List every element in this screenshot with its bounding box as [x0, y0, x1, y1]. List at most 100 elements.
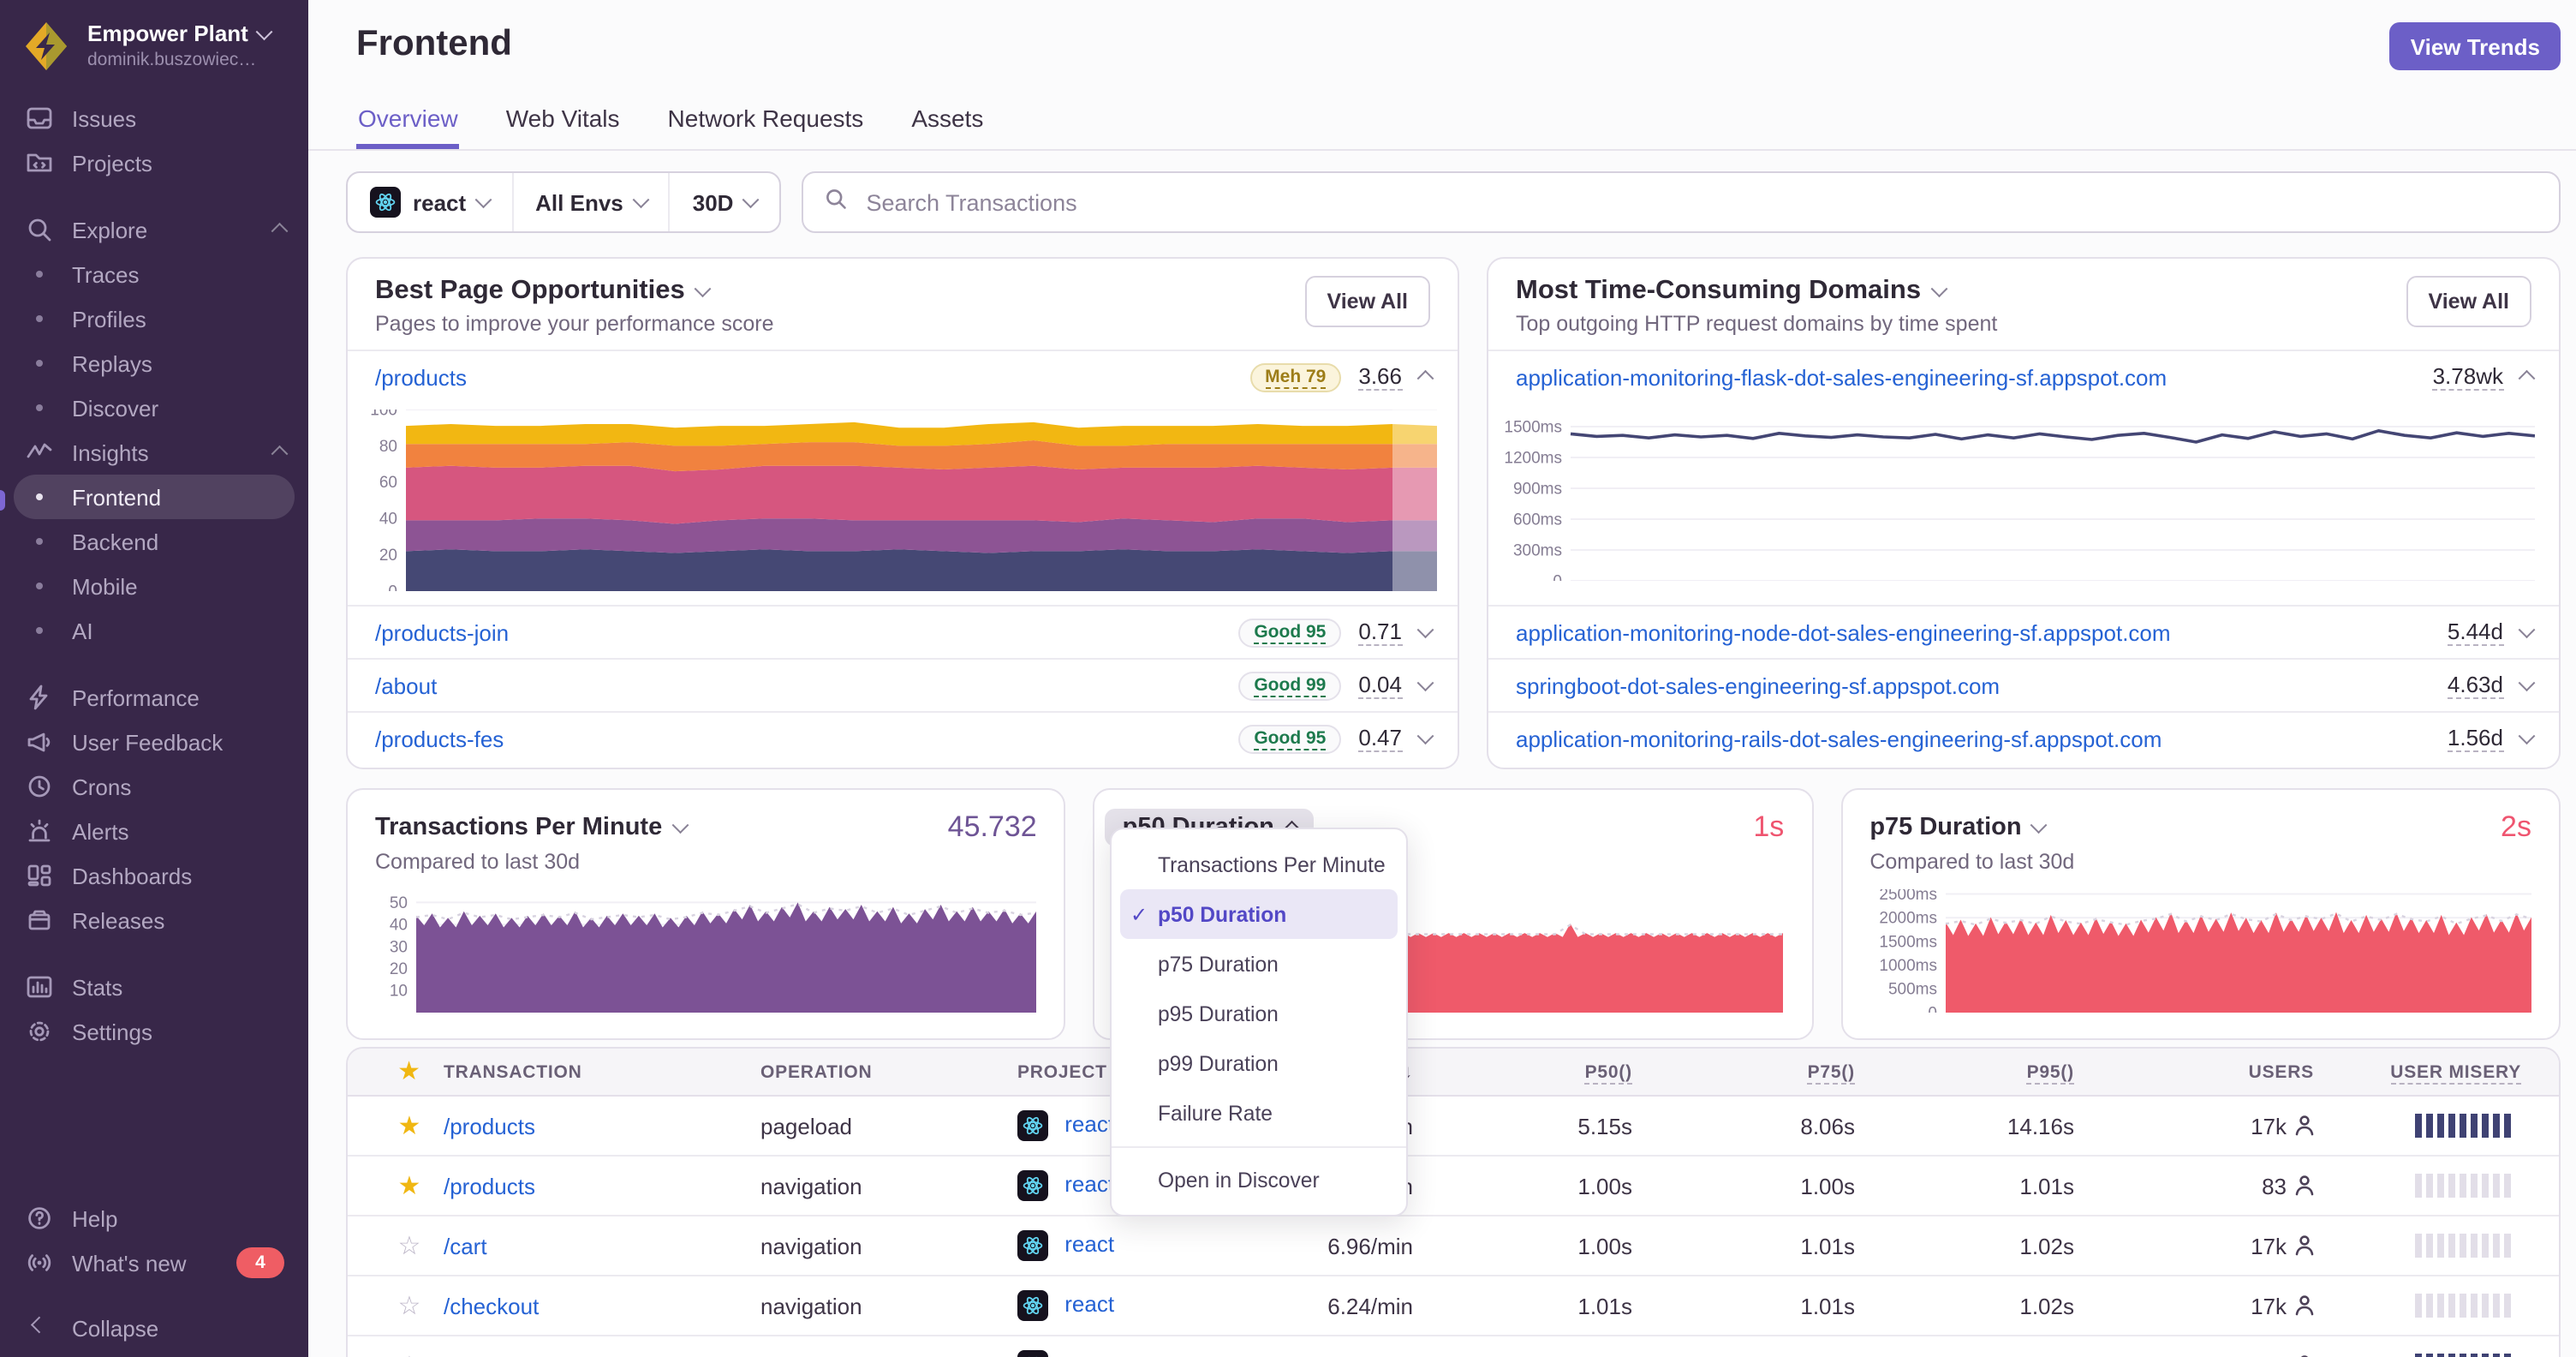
- environment-filter[interactable]: All Envs: [511, 173, 669, 231]
- project-link[interactable]: react: [1064, 1231, 1114, 1257]
- table-row[interactable]: /products pageload react /min 5.15s 8.06…: [348, 1097, 2559, 1157]
- sidebar-item-dashboards[interactable]: Dashboards: [14, 853, 295, 898]
- chevron-down-icon[interactable]: [2518, 621, 2534, 638]
- chevron-down-icon[interactable]: [1416, 621, 1433, 638]
- opportunity-row[interactable]: /about Good 99 0.04: [348, 658, 1458, 711]
- sidebar-item-profiles[interactable]: Profiles: [14, 296, 295, 341]
- date-range-filter[interactable]: 30D: [668, 173, 779, 231]
- star-icon[interactable]: [397, 1064, 421, 1085]
- col-transaction[interactable]: TRANSACTION: [444, 1061, 760, 1082]
- chevron-down-icon[interactable]: [2518, 727, 2534, 744]
- tab-web-vitals[interactable]: Web Vitals: [504, 98, 622, 149]
- domain-link[interactable]: application-monitoring-rails-dot-sales-e…: [1516, 726, 2162, 751]
- tpm-metric-selector[interactable]: Transactions Per Minute: [375, 814, 688, 841]
- sidebar-item-stats[interactable]: Stats: [14, 965, 295, 1009]
- col-p75[interactable]: P75(): [1632, 1061, 1855, 1084]
- view-all-opportunities-button[interactable]: View All: [1304, 276, 1430, 327]
- menu-item[interactable]: ✓ Open in Discover: [1112, 1146, 1406, 1205]
- domain-link[interactable]: application-monitoring-node-dot-sales-en…: [1516, 619, 2171, 645]
- table-row[interactable]: /checkout navigation react 6.24/min 1.01…: [348, 1276, 2559, 1336]
- table-row[interactable]: /products navigation react /min 1.00s 1.…: [348, 1157, 2559, 1217]
- sidebar-item-alerts[interactable]: Alerts: [14, 809, 295, 853]
- col-p95[interactable]: P95(): [1855, 1061, 2074, 1084]
- route-link[interactable]: /about: [375, 673, 437, 698]
- org-switcher[interactable]: Empower Plant dominik.buszowiec…: [0, 0, 308, 89]
- sidebar-collapse-button[interactable]: Collapse: [14, 1306, 295, 1350]
- sidebar-item-help[interactable]: Help: [14, 1196, 295, 1240]
- domain-row[interactable]: springboot-dot-sales-engineering-sf.apps…: [1488, 658, 2559, 711]
- project-link[interactable]: react: [1064, 1171, 1114, 1197]
- best-page-opportunities-title[interactable]: Best Page Opportunities: [375, 276, 1305, 307]
- tab-overview[interactable]: Overview: [356, 98, 460, 149]
- menu-item[interactable]: ✓ p99 Duration: [1120, 1038, 1398, 1088]
- domain-row[interactable]: application-monitoring-rails-dot-sales-e…: [1488, 711, 2559, 764]
- transaction-link[interactable]: /cart: [444, 1233, 487, 1258]
- transaction-link[interactable]: /products: [444, 1113, 535, 1139]
- menu-item[interactable]: ✓ p50 Duration: [1120, 889, 1398, 939]
- menu-item[interactable]: ✓ Transactions Per Minute: [1120, 840, 1398, 889]
- view-trends-button[interactable]: View Trends: [2389, 22, 2561, 70]
- domain-row[interactable]: application-monitoring-node-dot-sales-en…: [1488, 605, 2559, 658]
- search-transactions-input[interactable]: [862, 188, 2538, 217]
- chevron-up-icon[interactable]: [1416, 371, 1433, 388]
- sidebar-item-frontend[interactable]: Frontend: [14, 475, 295, 519]
- search-transactions-field[interactable]: [801, 171, 2561, 233]
- sidebar-group-insights[interactable]: Insights: [14, 430, 295, 475]
- sidebar-item-replays[interactable]: Replays: [14, 341, 295, 386]
- chevron-down-icon[interactable]: [1416, 674, 1433, 691]
- sidebar-group-explore[interactable]: Explore: [14, 207, 295, 252]
- opportunity-row[interactable]: /products-join Good 95 0.71: [348, 605, 1458, 658]
- chevron-down-icon[interactable]: [1416, 727, 1433, 744]
- sidebar-item-crons[interactable]: Crons: [14, 764, 295, 809]
- col-users[interactable]: USERS: [2074, 1061, 2314, 1082]
- transaction-link[interactable]: /products: [444, 1173, 535, 1199]
- sidebar-item-ai[interactable]: AI: [14, 608, 295, 653]
- table-row[interactable]: /products-join pageload react 3.88/min 1…: [348, 1336, 2559, 1357]
- chevron-up-icon[interactable]: [2518, 371, 2534, 388]
- domain-link[interactable]: application-monitoring-flask-dot-sales-e…: [1516, 364, 2167, 390]
- star-icon[interactable]: [398, 1113, 421, 1139]
- sidebar-item-issues[interactable]: Issues: [14, 96, 295, 140]
- route-link[interactable]: /products-join: [375, 619, 509, 645]
- sidebar-item-discover[interactable]: Discover: [14, 386, 295, 430]
- star-icon[interactable]: [398, 1173, 421, 1199]
- menu-item[interactable]: ✓ Failure Rate: [1120, 1088, 1398, 1138]
- time-spent-value: 4.63d: [2447, 672, 2503, 699]
- project-link[interactable]: react: [1064, 1111, 1114, 1137]
- sidebar-item-traces[interactable]: Traces: [14, 252, 295, 296]
- menu-item[interactable]: ✓ p95 Duration: [1120, 989, 1398, 1038]
- sidebar-item-user-feedback[interactable]: User Feedback: [14, 720, 295, 764]
- project-link[interactable]: react: [1064, 1351, 1114, 1357]
- sidebar-item-performance[interactable]: Performance: [14, 675, 295, 720]
- sidebar-item-projects[interactable]: Projects: [14, 140, 295, 185]
- sidebar-item-backend[interactable]: Backend: [14, 519, 295, 564]
- project-filter[interactable]: react: [348, 173, 511, 231]
- tab-network-requests[interactable]: Network Requests: [666, 98, 866, 149]
- p75-metric-selector[interactable]: p75 Duration: [1869, 814, 2048, 841]
- transaction-link[interactable]: /products-join: [444, 1353, 577, 1357]
- view-all-domains-button[interactable]: View All: [2406, 276, 2531, 327]
- domain-row-expanded[interactable]: application-monitoring-flask-dot-sales-e…: [1488, 351, 2559, 403]
- time-consuming-domains-title[interactable]: Most Time-Consuming Domains: [1516, 276, 2406, 307]
- project-link[interactable]: react: [1064, 1291, 1114, 1317]
- sidebar-item-releases[interactable]: Releases: [14, 898, 295, 942]
- domain-link[interactable]: springboot-dot-sales-engineering-sf.apps…: [1516, 673, 2000, 698]
- transaction-link[interactable]: /checkout: [444, 1293, 539, 1318]
- opportunity-row[interactable]: /products-fes Good 95 0.47: [348, 711, 1458, 764]
- star-icon[interactable]: [398, 1353, 421, 1357]
- route-link[interactable]: /products-fes: [375, 726, 504, 751]
- star-icon[interactable]: [398, 1293, 421, 1318]
- col-operation[interactable]: OPERATION: [760, 1061, 1017, 1082]
- sidebar-item-mobile[interactable]: Mobile: [14, 564, 295, 608]
- route-link[interactable]: /products: [375, 364, 467, 390]
- star-icon[interactable]: [398, 1233, 421, 1258]
- col-p50[interactable]: P50(): [1413, 1061, 1632, 1084]
- sidebar-item-whats-new[interactable]: What's new 4: [14, 1240, 295, 1285]
- opportunity-row-expanded[interactable]: /products Meh 79 3.66: [348, 351, 1458, 403]
- menu-item[interactable]: ✓ p75 Duration: [1120, 939, 1398, 989]
- tab-assets[interactable]: Assets: [909, 98, 985, 149]
- col-user-misery[interactable]: USER MISERY: [2314, 1061, 2531, 1084]
- sidebar-item-settings[interactable]: Settings: [14, 1009, 295, 1054]
- table-row[interactable]: /cart navigation react 6.96/min 1.00s 1.…: [348, 1217, 2559, 1276]
- chevron-down-icon[interactable]: [2518, 674, 2534, 691]
